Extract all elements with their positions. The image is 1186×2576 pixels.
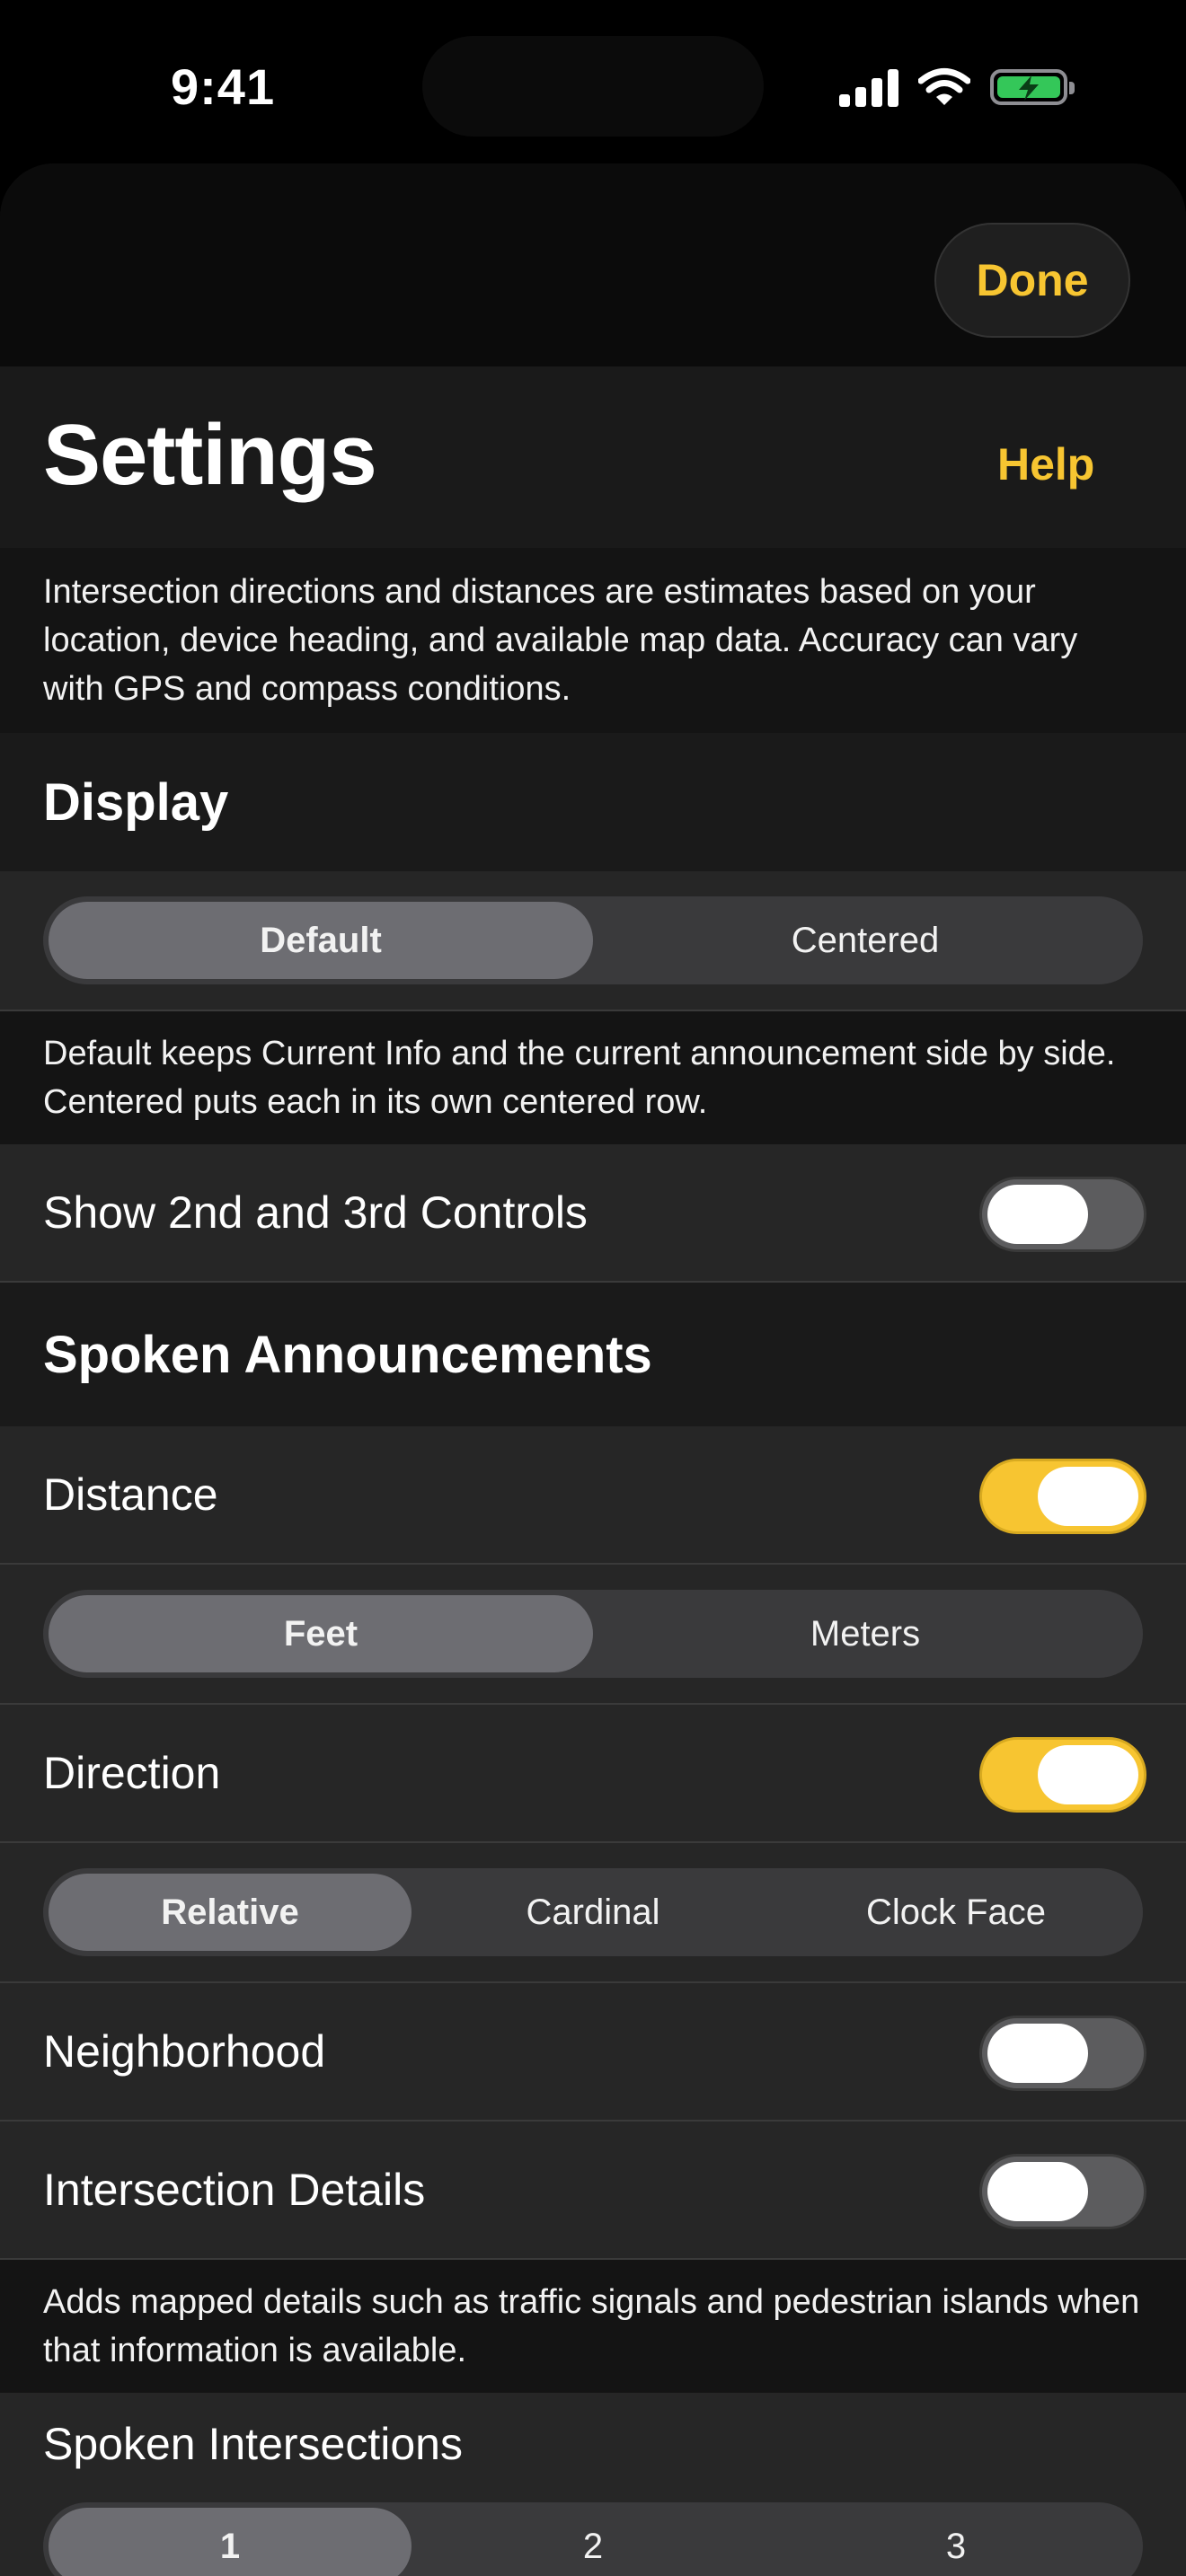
neighborhood-row[interactable]: Neighborhood [0,1983,1186,2122]
direction-mode-row: Relative Cardinal Clock Face [0,1843,1186,1983]
spoken-section-header: Spoken Announcements [0,1283,1186,1426]
segment-centered[interactable]: Centered [593,902,1137,979]
segment-2[interactable]: 2 [412,2508,774,2576]
wifi-icon [918,68,970,105]
segment-relative[interactable]: Relative [49,1874,412,1951]
show-controls-row[interactable]: Show 2nd and 3rd Controls [0,1144,1186,1283]
direction-row[interactable]: Direction [0,1705,1186,1843]
help-button[interactable]: Help [997,438,1094,490]
distance-label: Distance [43,1469,218,1520]
distance-row[interactable]: Distance [0,1426,1186,1565]
direction-mode-segmented-control: Relative Cardinal Clock Face [43,1868,1143,1956]
segment-1[interactable]: 1 [49,2508,412,2576]
display-layout-note: Default keeps Current Info and the curre… [0,1011,1186,1144]
intro-note: Intersection directions and distances ar… [0,548,1186,733]
display-layout-row: Default Centered [0,871,1186,1011]
intersection-details-label: Intersection Details [43,2165,426,2215]
sheet-toolbar: Done [0,163,1186,366]
page-title: Settings [43,407,377,503]
display-layout-segmented-control: Default Centered [43,896,1143,984]
segment-meters[interactable]: Meters [593,1595,1137,1672]
segment-feet[interactable]: Feet [49,1595,593,1672]
display-section-header: Display [0,733,1186,871]
spoken-intersections-row: Spoken Intersections 1 2 3 [0,2393,1186,2576]
show-controls-toggle[interactable] [979,1177,1146,1252]
status-time: 9:41 [171,58,276,115]
segment-default[interactable]: Default [49,902,593,979]
cellular-signal-icon [839,67,898,107]
segment-clock-face[interactable]: Clock Face [774,1874,1137,1951]
done-button[interactable]: Done [934,223,1130,338]
show-controls-label: Show 2nd and 3rd Controls [43,1187,588,1238]
title-bar: Settings Help [0,366,1186,548]
intersection-details-toggle[interactable] [979,2154,1146,2229]
direction-toggle[interactable] [979,1737,1146,1813]
status-icons [839,65,1075,110]
direction-label: Direction [43,1748,221,1798]
dynamic-island [422,36,764,137]
spoken-intersections-label: Spoken Intersections [43,2419,463,2469]
intersection-details-note: Adds mapped details such as traffic sign… [0,2260,1186,2393]
settings-screen: 9:41 Done Settings Help Intersection dir… [0,0,1186,2576]
segment-cardinal[interactable]: Cardinal [412,1874,774,1951]
battery-charging-icon [990,69,1075,105]
distance-toggle[interactable] [979,1459,1146,1534]
intersection-details-row[interactable]: Intersection Details [0,2122,1186,2260]
neighborhood-toggle[interactable] [979,2016,1146,2091]
segment-3[interactable]: 3 [774,2508,1137,2576]
distance-units-row: Feet Meters [0,1565,1186,1705]
neighborhood-label: Neighborhood [43,2026,326,2077]
distance-units-segmented-control: Feet Meters [43,1590,1143,1678]
spoken-intersections-segmented-control: 1 2 3 [43,2502,1143,2576]
settings-sheet: Done Settings Help Intersection directio… [0,163,1186,2576]
